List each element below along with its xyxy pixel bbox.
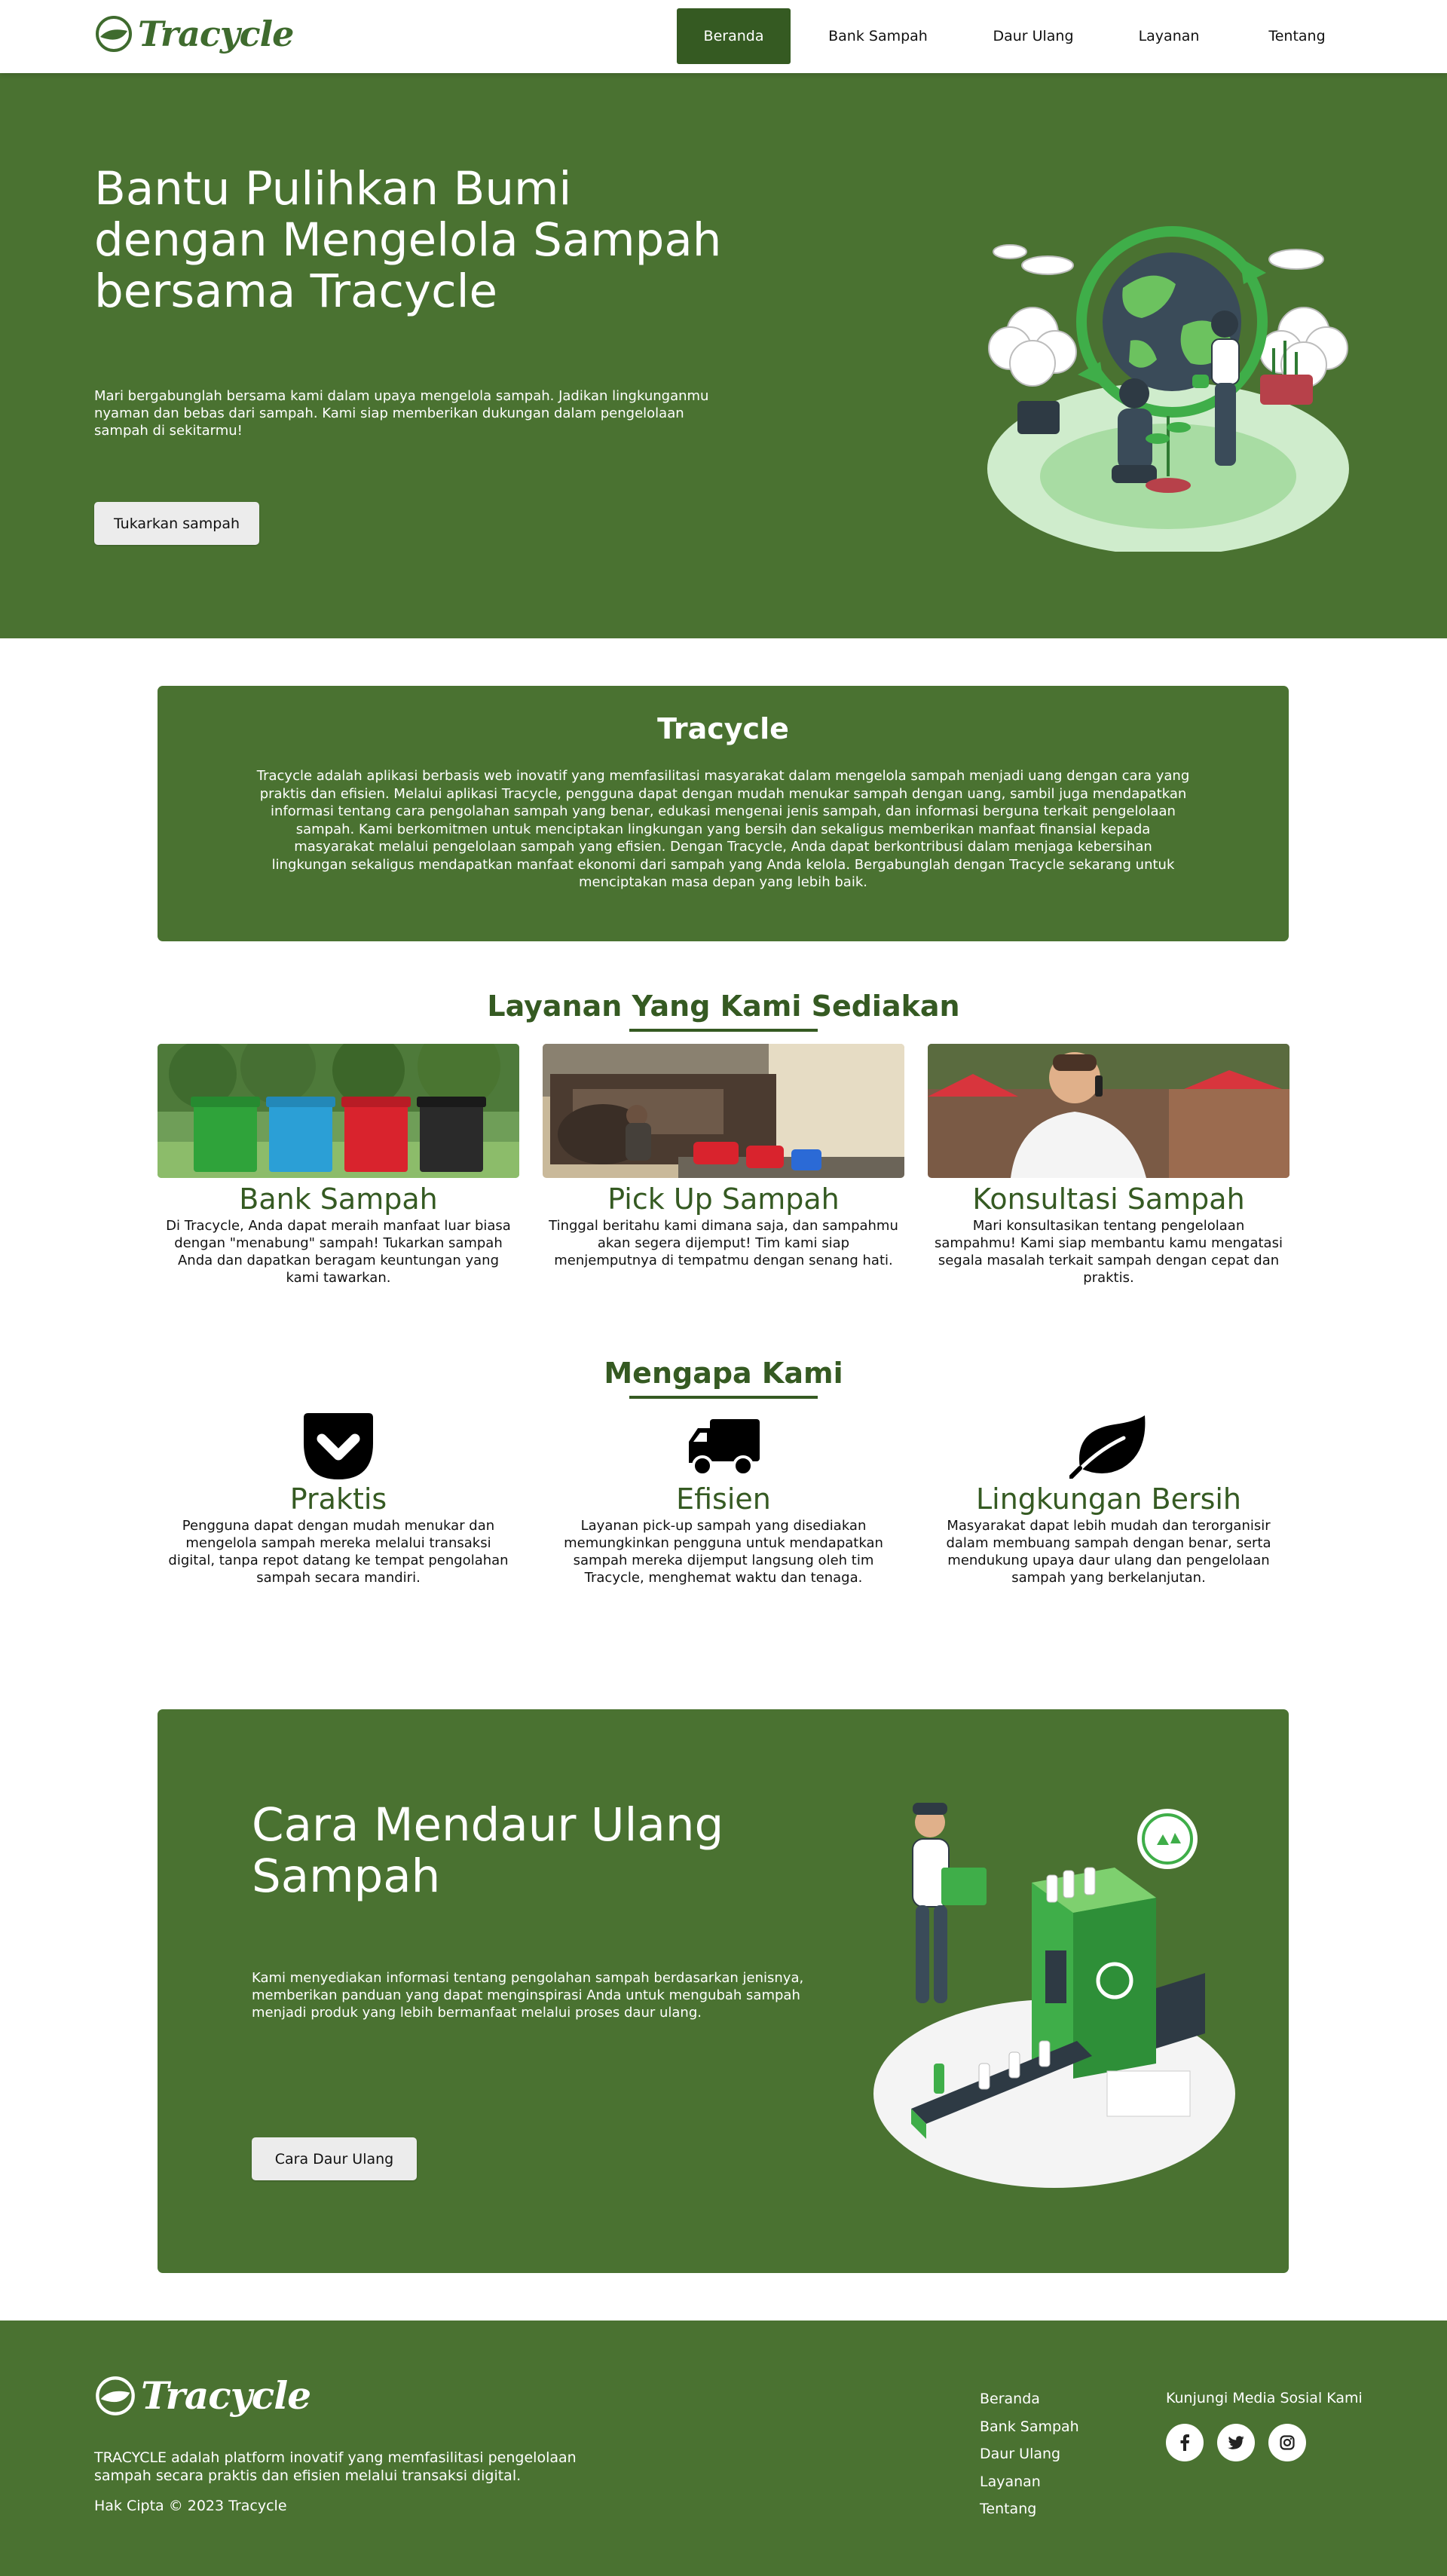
footer-links: Beranda Bank Sampah Daur Ulang Layanan T… [980,2390,1079,2528]
footer-about: TRACYCLE adalah platform inovatif yang m… [94,2449,577,2484]
recycling-factory-illustration [873,1803,1235,2188]
why-item-efisien: Efisien Layanan pick-up sampah yang dise… [543,1413,904,1586]
hero-title: Bantu Pulihkan Bumi dengan Mengelola Sam… [94,162,722,318]
footer: Tracycle TRACYCLE adalah platform inovat… [0,2321,1447,2576]
instagram-icon [1280,2435,1295,2450]
brand-name: Tracycle [138,14,294,54]
why-item-praktis: Praktis Pengguna dapat dengan mudah menu… [158,1413,519,1586]
why-description: Layanan pick-up sampah yang disediakan m… [564,1518,883,1586]
why-name: Praktis [289,1482,387,1516]
nav-menu: Beranda Bank Sampah Daur Ulang Layanan T… [677,8,1357,64]
twitter-button[interactable] [1217,2424,1255,2461]
recycle-description: Kami menyediakan informasi tentang pengo… [252,1970,804,2021]
facebook-button[interactable] [1166,2424,1204,2461]
hero-description: Mari bergabunglah bersama kami dalam upa… [94,388,709,439]
leaf-icon [1067,1413,1150,1481]
services-title: Layanan Yang Kami Sediakan [487,990,960,1023]
pocket-icon [297,1413,380,1481]
footer-link-tentang[interactable]: Tentang [980,2500,1079,2528]
brand-logo[interactable]: Tracycle [94,14,294,54]
footer-link-layanan[interactable]: Layanan [980,2473,1079,2501]
why-title: Mengapa Kami [604,1357,843,1390]
why-title-underline [629,1396,818,1399]
about-text: Tracycle adalah aplikasi berbasis web in… [256,768,1190,890]
services-title-underline [629,1029,818,1032]
tukarkan-sampah-button[interactable]: Tukarkan sampah [94,502,259,545]
footer-link-daur-ulang[interactable]: Daur Ulang [980,2445,1079,2473]
instagram-button[interactable] [1268,2424,1306,2461]
footer-brand-name: Tracycle [141,2373,311,2418]
why-item-lingkungan-bersih: Lingkungan Bersih Masyarakat dapat lebih… [928,1413,1289,1586]
leaf-circle-logo-icon [96,16,132,52]
earth-gardening-illustration [987,226,1349,552]
service-name: Bank Sampah [239,1182,438,1216]
footer-copyright: Hak Cipta © 2023 Tracycle [94,2498,287,2514]
service-card-konsultasi[interactable]: Konsultasi Sampah Mari konsultasikan ten… [928,1044,1289,1286]
recycle-card: Cara Mendaur Ulang Sampah Kami menyediak… [158,1709,1289,2273]
trash-bins-photo [158,1044,519,1178]
why-name: Lingkungan Bersih [975,1482,1242,1516]
garbage-truck-photo [543,1044,904,1178]
truck-icon [682,1413,765,1481]
about-title: Tracycle [657,712,789,745]
service-name: Konsultasi Sampah [972,1182,1245,1216]
navbar: Tracycle Beranda Bank Sampah Daur Ulang … [0,0,1447,73]
man-on-phone-photo [928,1044,1289,1178]
service-description: Tinggal beritahu kami dimana saja, dan s… [549,1218,898,1268]
service-name: Pick Up Sampah [607,1182,840,1216]
leaf-circle-logo-icon [96,2376,135,2415]
recycle-title: Cara Mendaur Ulang Sampah [252,1798,724,1903]
nav-item-tentang[interactable]: Tentang [1237,8,1357,64]
nav-item-beranda[interactable]: Beranda [677,8,791,64]
nav-item-bank-sampah[interactable]: Bank Sampah [791,8,965,64]
social-title: Kunjungi Media Sosial Kami [1166,2390,1363,2406]
nav-item-layanan[interactable]: Layanan [1101,8,1237,64]
footer-link-bank-sampah[interactable]: Bank Sampah [980,2418,1079,2446]
service-card-pick-up[interactable]: Pick Up Sampah Tinggal beritahu kami dim… [543,1044,904,1269]
social-links [1166,2424,1306,2461]
why-name: Efisien [676,1482,771,1516]
why-description: Masyarakat dapat lebih mudah dan terorga… [946,1518,1271,1586]
twitter-icon [1228,2436,1244,2449]
service-description: Mari konsultasikan tentang pengelolaan s… [935,1218,1283,1286]
cara-daur-ulang-button[interactable]: Cara Daur Ulang [252,2137,417,2180]
footer-link-beranda[interactable]: Beranda [980,2390,1079,2418]
about-card: Tracycle Tracycle adalah aplikasi berbas… [158,686,1289,941]
footer-logo[interactable]: Tracycle [94,2373,311,2418]
service-card-bank-sampah[interactable]: Bank Sampah Di Tracycle, Anda dapat mera… [158,1044,519,1286]
hero-section: Bantu Pulihkan Bumi dengan Mengelola Sam… [0,73,1447,638]
service-description: Di Tracycle, Anda dapat meraih manfaat l… [166,1218,511,1286]
nav-item-daur-ulang[interactable]: Daur Ulang [965,8,1101,64]
facebook-icon [1180,2434,1189,2451]
why-description: Pengguna dapat dengan mudah menukar dan … [168,1518,509,1586]
